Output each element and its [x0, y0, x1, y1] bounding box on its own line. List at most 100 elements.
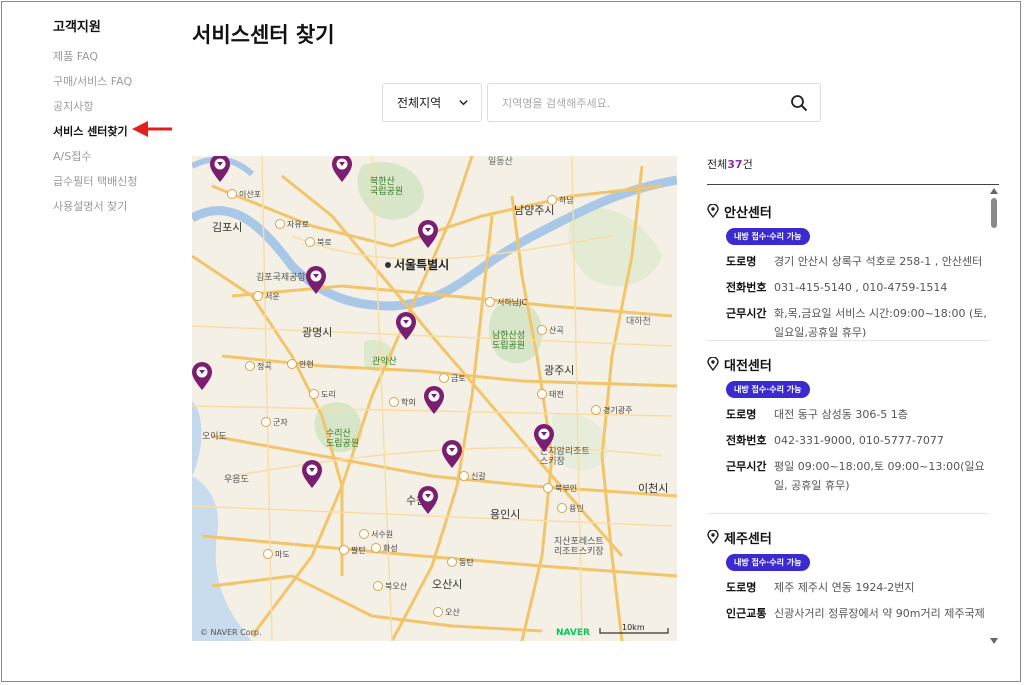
count-suffix: 건: [742, 158, 753, 171]
map-jc-label: 정곡: [245, 361, 272, 371]
jc-badge-icon: [485, 297, 495, 307]
center-phone-row: 전화번호 042-331-9000, 010-5777-7077: [726, 431, 989, 450]
list-divider: [707, 184, 999, 185]
jc-badge-icon: [447, 557, 457, 567]
jc-label-text: 자유로: [287, 220, 309, 229]
map-label-seoul-group: 서울특별시: [385, 257, 449, 272]
jc-badge-icon: [253, 291, 263, 301]
map-label-namhansanseong: 남한산성 도립공원: [492, 330, 525, 351]
center-transit-row: 인근교통 신광사거리 정류장에서 약 90m거리 제주국제: [726, 604, 989, 623]
map-jc-label: 도리: [309, 389, 336, 399]
center-hours-row: 근무시간 화,목,금요일 서비스 시간:09:00~18:00 (토,일요일,공휴…: [726, 304, 989, 342]
map-jc-label: 이산포: [227, 189, 261, 199]
jc-label-text: 하남: [559, 195, 574, 205]
center-address-row: 도로명 대전 동구 삼성동 306-5 1층: [726, 405, 989, 424]
region-select-value: 전체지역: [397, 96, 442, 110]
map-jc-label: 안현: [287, 359, 314, 369]
map-jc-label: 오산: [433, 607, 460, 617]
jc-label-text: 학의: [401, 397, 416, 407]
map-jc-label: 동탄: [447, 557, 474, 567]
map-label-jisan: 지산포레스트 리조트스키장: [554, 536, 604, 557]
row-value: 031-415-5140 , 010-4759-1514: [774, 281, 948, 294]
jc-label-text: 이산포: [239, 189, 261, 199]
jc-label-text: 용인: [569, 503, 584, 513]
jc-label-text: 서수원: [371, 530, 393, 539]
map-label-oido: 오이도: [202, 431, 227, 442]
sidebar-item-purchase-faq[interactable]: 구매/서비스 FAQ: [53, 73, 183, 98]
sidebar-item-manual[interactable]: 사용설명서 찾기: [53, 198, 183, 223]
search-icon[interactable]: [790, 94, 808, 112]
scroll-thumb[interactable]: [991, 198, 997, 228]
map-jc-label: 서하남JC: [485, 297, 527, 307]
jc-badge-icon: [459, 471, 469, 481]
jc-badge-icon: [275, 219, 285, 229]
region-select[interactable]: 전체지역: [382, 83, 482, 122]
map-label-ildongsan: 일동산: [488, 156, 513, 167]
jc-badge-icon: [227, 189, 237, 199]
map-jc-label: 용인: [557, 503, 584, 513]
seoul-dot-icon: [385, 262, 391, 268]
jc-badge-icon: [339, 545, 349, 555]
jc-label-text: 북로: [317, 238, 332, 247]
jc-badge-icon: [557, 503, 567, 513]
row-value: 화,목,금요일 서비스 시간:09:00~18:00 (토,일요일,공휴일 휴무…: [774, 307, 987, 339]
row-value: 신광사거리 정류장에서 약 90m거리 제주국제: [774, 607, 985, 620]
jc-label-text: 태전: [549, 389, 564, 399]
jc-label-text: 북부인: [555, 483, 577, 493]
list-scrollbar[interactable]: [989, 186, 999, 646]
center-name-text: 제주센터: [724, 531, 772, 547]
visit-service-badge: 내방 접수·수리 가능: [726, 228, 810, 245]
scroll-up-arrow-icon[interactable]: [990, 188, 998, 194]
row-key: 근무시간: [726, 307, 767, 320]
jc-badge-icon: [261, 417, 271, 427]
map-jc-label: 산곡: [537, 325, 564, 335]
map-label-osan: 오산시: [432, 578, 462, 591]
map-label-seoul: 서울특별시: [394, 257, 449, 272]
row-value: 대전 동구 삼성동 306-5 1층: [774, 408, 908, 421]
jc-badge-icon: [537, 325, 547, 335]
center-card[interactable]: 안산센터 내방 접수·수리 가능 도로명 경기 안산시 상록구 석호로 258-1…: [707, 190, 989, 341]
location-pin-icon: [707, 530, 719, 544]
row-key: 근무시간: [726, 460, 767, 473]
row-value: 042-331-9000, 010-5777-7077: [774, 434, 944, 447]
center-card[interactable]: 대전센터 내방 접수·수리 가능 도로명 대전 동구 삼성동 306-5 1층 전…: [707, 341, 989, 514]
sidebar-item-filter-delivery[interactable]: 급수필터 택배신청: [53, 173, 183, 198]
jc-label-text: 산곡: [549, 325, 564, 335]
row-key: 전화번호: [726, 281, 767, 294]
jc-badge-icon: [543, 483, 553, 493]
jc-label-text: 경기광주: [603, 405, 632, 415]
sidebar-item-product-faq[interactable]: 제품 FAQ: [53, 48, 183, 73]
map-jc-label: 북로: [305, 237, 332, 247]
jc-label-text: 팔탄: [351, 545, 366, 555]
location-pin-icon: [707, 357, 719, 371]
service-center-map[interactable]: 김포시 광명시 남양주시 광주시 용인시 수원시 오산시 이천시 대하천 일동산…: [192, 156, 677, 641]
map-jc-label: 서수원: [359, 529, 393, 539]
map-label-gimpo-airport: 김포국제공항: [256, 271, 306, 283]
center-address-row: 도로명 경기 안산시 상록구 석호로 258-1 , 안산센터: [726, 252, 989, 271]
jc-label-text: 서운: [265, 292, 280, 301]
red-pointer-arrow-icon: [132, 121, 172, 137]
chevron-down-icon: [459, 100, 468, 106]
jc-badge-icon: [373, 581, 383, 591]
map-scale-label: 10km: [622, 623, 645, 632]
scroll-down-arrow-icon[interactable]: [990, 638, 998, 644]
map-jc-label: 태전: [537, 389, 564, 399]
map-label-namyangju: 남양주시: [514, 204, 554, 217]
jc-badge-icon: [305, 237, 315, 247]
map-jc-label: 학의: [389, 397, 416, 407]
jc-label-text: 정곡: [257, 361, 272, 371]
map-jc-label: 군자: [261, 417, 288, 427]
naver-logo: NAVER: [556, 628, 590, 638]
jc-badge-icon: [309, 389, 319, 399]
map-label-yongin: 용인시: [490, 508, 520, 521]
search-input[interactable]: [500, 84, 784, 123]
row-value: 경기 안산시 상록구 석호로 258-1 , 안산센터: [774, 255, 983, 268]
sidebar-item-as-request[interactable]: A/S접수: [53, 148, 183, 173]
center-list: 안산센터 내방 접수·수리 가능 도로명 경기 안산시 상록구 석호로 258-1…: [707, 190, 989, 645]
row-key: 전화번호: [726, 434, 767, 447]
center-card[interactable]: 제주센터 내방 접수·수리 가능 도로명 제주 제주시 연동 1924-2번지 인…: [707, 514, 989, 645]
map-label-gwanak: 관악산: [372, 355, 397, 367]
map-canvas[interactable]: 김포시 광명시 남양주시 광주시 용인시 수원시 오산시 이천시 대하천 일동산…: [192, 156, 677, 641]
map-label-gwangmyeong: 광명시: [302, 326, 332, 339]
map-jc-label: 서운: [253, 291, 280, 301]
